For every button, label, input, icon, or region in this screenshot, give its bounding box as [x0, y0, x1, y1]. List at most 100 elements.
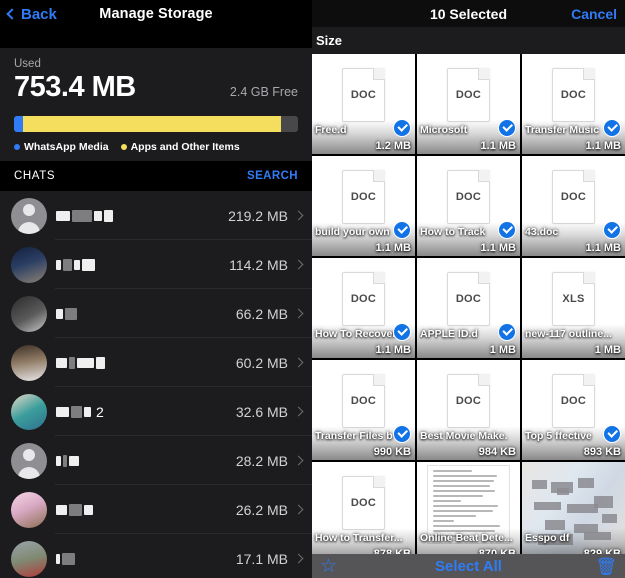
doc-page-shape: DOC [342, 374, 385, 428]
select-all-button[interactable]: Select All [312, 558, 625, 575]
file-name: How to Transfer... [315, 532, 403, 544]
selected-checkmark-icon[interactable] [603, 221, 621, 239]
back-button[interactable]: Back [6, 5, 57, 23]
redaction-block [56, 406, 69, 417]
selected-checkmark-icon[interactable] [393, 425, 411, 443]
chevron-right-icon [293, 455, 304, 466]
selected-checkmark-icon[interactable] [393, 119, 411, 137]
page-fold-icon [478, 68, 490, 80]
selected-checkmark-icon[interactable] [603, 425, 621, 443]
file-size: 1.2 MB [375, 140, 411, 152]
redaction-block [63, 258, 72, 271]
selected-checkmark-icon[interactable] [498, 323, 516, 341]
manage-storage-panel: Back Manage Storage Used 753.4 MB 2.4 GB… [0, 0, 312, 578]
file-type-label: XLS [562, 293, 585, 305]
selected-checkmark-icon[interactable] [498, 119, 516, 137]
redaction-block [63, 454, 67, 467]
pixelation-block [602, 514, 617, 523]
chat-row[interactable]: 2 32.6 MB [0, 387, 312, 436]
file-tile[interactable]: DOC Transfer Music 1.1 MB [522, 54, 625, 154]
chevron-right-icon [293, 357, 304, 368]
file-type-label: DOC [455, 89, 482, 101]
file-tile[interactable]: DOC How to Track 1.1 MB [417, 156, 520, 256]
chat-row[interactable]: 219.2 MB [0, 191, 312, 240]
chat-row[interactable]: 114.2 MB [0, 240, 312, 289]
file-tile[interactable]: DOC build your own 1.1 MB [312, 156, 415, 256]
chat-row[interactable]: 66.2 MB [0, 289, 312, 338]
page-fold-icon [478, 272, 490, 284]
file-type-label: DOC [455, 293, 482, 305]
back-button-label: Back [21, 5, 57, 23]
file-tile[interactable]: DOC How To Recover 1.1 MB [312, 258, 415, 358]
doc-page-shape: DOC [552, 170, 595, 224]
page-fold-icon [583, 374, 595, 386]
redaction-block [104, 209, 113, 222]
redaction-block [69, 356, 75, 369]
trash-icon[interactable]: 🗑 [595, 558, 617, 575]
chevron-right-icon [293, 553, 304, 564]
chevron-right-icon [293, 259, 304, 270]
preview-text-line [433, 500, 462, 502]
redaction-block [94, 210, 102, 221]
redaction-block [82, 258, 95, 271]
chat-row[interactable]: 28.2 MB [0, 436, 312, 485]
preview-text-line [433, 480, 495, 482]
chat-row[interactable]: 17.1 MB [0, 534, 312, 578]
redaction-block [77, 357, 94, 368]
redaction-block [56, 357, 67, 368]
file-tile[interactable]: DOC Transfer Files b 990 KB [312, 360, 415, 460]
doc-page-shape: XLS [552, 272, 595, 326]
redaction-block [72, 209, 92, 222]
used-amount: 753.4 MB [14, 71, 136, 103]
file-type-label: DOC [455, 395, 482, 407]
file-tile[interactable]: DOC Free.d 1.2 MB [312, 54, 415, 154]
free-space-label: 2.4 GB Free [229, 85, 298, 99]
chat-row[interactable]: 26.2 MB [0, 485, 312, 534]
selected-checkmark-icon[interactable] [393, 323, 411, 341]
file-size: 1.1 MB [585, 242, 621, 254]
selected-checkmark-icon[interactable] [498, 221, 516, 239]
redaction-block [56, 210, 70, 221]
file-tile[interactable]: Esspo df829 KB [522, 462, 625, 562]
page-fold-icon [373, 68, 385, 80]
file-tile[interactable]: DOC Microsoft 1.1 MB [417, 54, 520, 154]
file-tile[interactable]: Online Beat Dete...870 KB [417, 462, 520, 562]
doc-page-shape: DOC [342, 476, 385, 530]
sort-bar: Size [312, 27, 625, 54]
chat-size: 66.2 MB [235, 305, 288, 322]
file-size: 990 KB [373, 446, 411, 458]
file-tile[interactable]: DOC APPLE ID.d 1 MB [417, 258, 520, 358]
file-size: 1.1 MB [480, 242, 516, 254]
legend-item: Apps and Other Items [120, 141, 240, 153]
page-fold-icon [373, 170, 385, 182]
storage-bar-media-segment [14, 116, 23, 132]
selection-count-title: 10 Selected [429, 5, 508, 22]
file-tile[interactable]: DOCHow to Transfer...878 KB [312, 462, 415, 562]
star-icon[interactable]: ☆ [320, 557, 337, 576]
redaction-block [56, 308, 63, 319]
doc-page-shape: DOC [552, 68, 595, 122]
file-tile[interactable]: DOC Top 5 ffective 893 KB [522, 360, 625, 460]
cancel-button[interactable]: Cancel [571, 6, 617, 22]
page-fold-icon [373, 272, 385, 284]
pixelation-block [594, 496, 613, 508]
chat-name-redacted [56, 503, 236, 516]
avatar [11, 246, 47, 283]
selected-checkmark-icon[interactable] [393, 221, 411, 239]
search-button[interactable]: SEARCH [247, 170, 298, 182]
chat-name-suffix: 2 [96, 403, 104, 420]
file-manager-panel: 10 Selected Cancel Size DOC Free.d 1.2 MB D… [312, 0, 625, 578]
pixelation-block [544, 520, 566, 530]
sort-by-size-label[interactable]: Size [316, 33, 342, 48]
file-tile[interactable]: DOC Best Movie Make. 984 KB [417, 360, 520, 460]
file-tile[interactable]: DOC 43.doc 1.1 MB [522, 156, 625, 256]
pixelation-block [577, 478, 595, 488]
selected-checkmark-icon[interactable] [603, 119, 621, 137]
preview-text-line [433, 490, 496, 492]
chat-size: 17.1 MB [235, 550, 288, 567]
file-name: new-117 outline... [525, 328, 612, 340]
chat-row[interactable]: 60.2 MB [0, 338, 312, 387]
file-tile[interactable]: XLS new-117 outline... 1 MB [522, 258, 625, 358]
doc-page-shape: DOC [342, 272, 385, 326]
chat-size: 114.2 MB [229, 256, 288, 273]
